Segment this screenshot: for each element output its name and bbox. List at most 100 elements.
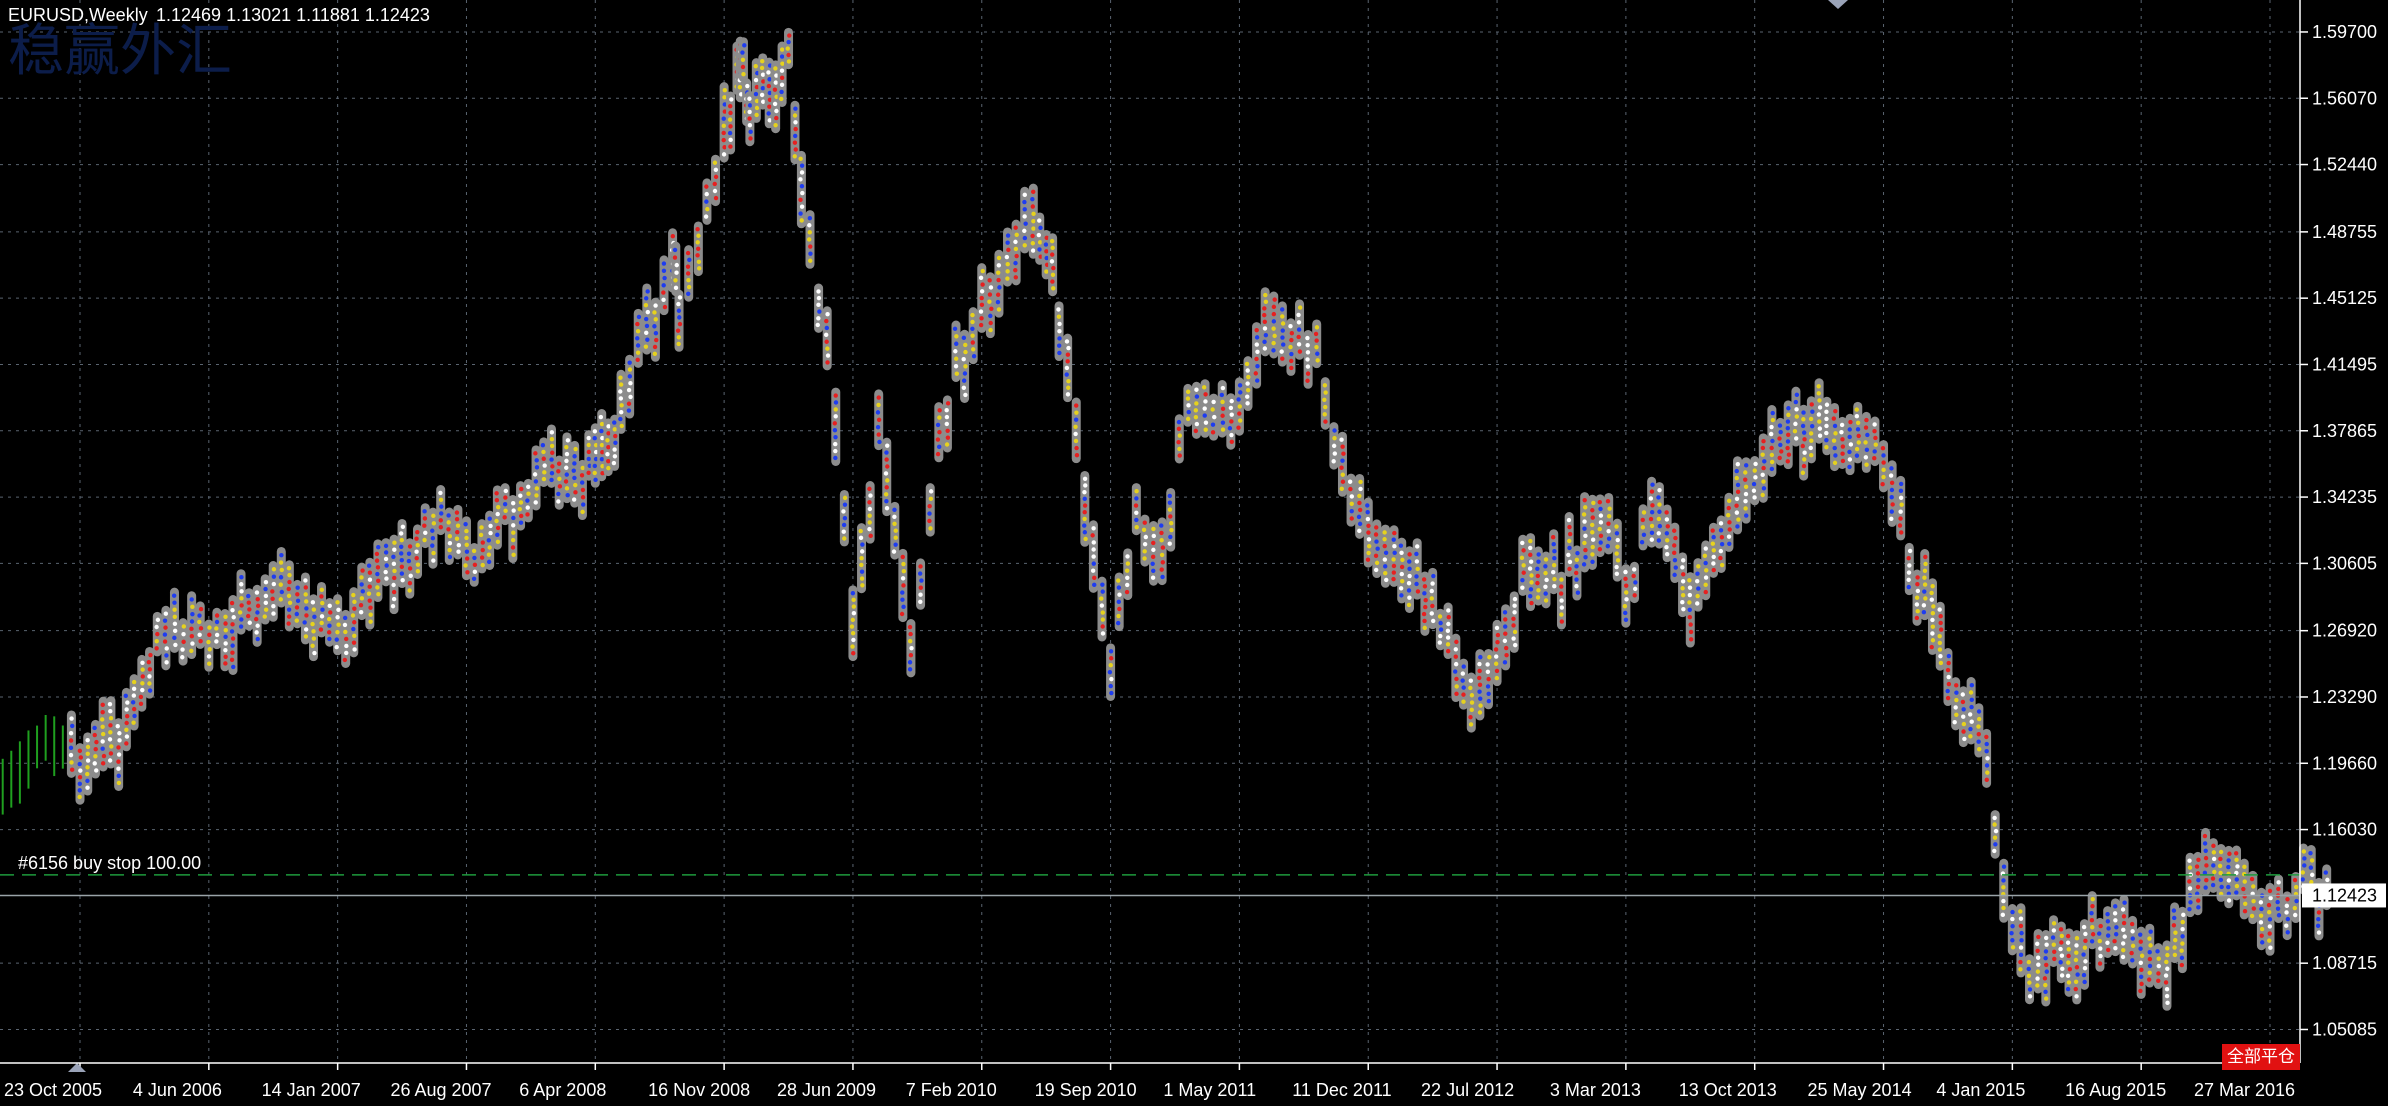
signal-dot [447,534,453,539]
signal-dot [2051,928,2057,933]
signal-dot [1695,578,1700,584]
signal-dot [1151,526,1156,532]
signal-dot [643,344,649,349]
signal-dot [996,277,1001,283]
signal-dot [181,639,186,645]
signal-dot [1220,399,1225,405]
signal-dot [1031,219,1036,224]
signal-dot [1967,712,1973,717]
signal-dot [1116,585,1122,590]
signal-dot [728,137,733,143]
signal-dot [2181,912,2186,918]
signal-dot [935,422,941,428]
signal-dot [229,629,235,634]
signal-dot [1824,409,1829,415]
signal-dot [100,731,106,737]
signal-dot [447,554,453,560]
signal-dot [2026,966,2031,972]
signal-dot [271,604,276,609]
x-tick-label: 13 Oct 2013 [1679,1080,1777,1100]
signal-dot [1478,703,1483,708]
signal-dot [1881,474,1886,480]
signal-dot [1672,572,1677,578]
signal-dot [927,518,932,524]
signal-dot [1734,468,1739,474]
signal-dot [1220,385,1226,391]
signal-dot [2001,878,2006,883]
signal-dot [2059,940,2064,945]
signal-dot [1711,548,1716,553]
signal-dot [2066,947,2071,952]
signal-dot [1687,614,1693,620]
signal-dot [1050,279,1055,284]
signal-dot [1392,544,1397,549]
signal-dot [368,619,373,624]
signal-dot [1271,340,1276,346]
signal-dot [154,639,159,644]
signal-dot [767,104,772,109]
signal-dot [2187,879,2192,884]
signal-dot [1210,407,1215,412]
signal-dot [704,199,709,204]
signal-dot [1013,275,1019,280]
signal-dot [1817,405,1823,410]
signal-dot [961,385,967,390]
signal-dot [2082,966,2088,971]
signal-dot [1559,612,1564,617]
signal-dot [868,493,873,498]
signal-dot [1437,640,1442,645]
signal-dot [885,443,890,448]
signal-dot [263,607,269,612]
signal-dot [1801,463,1807,469]
signal-dot [286,586,291,592]
signal-dot [586,435,591,441]
signal-dot [2098,946,2103,951]
signal-dot [643,303,649,308]
signal-dot [198,626,204,631]
y-tick-label: 1.23290 [2312,687,2377,707]
signal-dot [944,414,950,420]
signal-dot [271,611,276,616]
signal-dot [1922,575,1927,580]
signal-dot [2302,856,2307,861]
signal-dot [239,575,244,580]
price-chart[interactable]: 1.597001.560701.524401.487551.451251.414… [0,0,2388,1106]
signal-dot [1203,427,1208,432]
signal-dot [1305,371,1311,376]
signal-dot [488,530,493,536]
signal-dot [2241,886,2246,892]
signal-dot [988,327,993,333]
signal-dot [2155,949,2160,954]
signal-dot [1023,221,1028,226]
signal-dot [901,583,906,588]
signal-dot [2156,971,2161,976]
signal-dot [1521,548,1526,553]
signal-dot [586,449,592,455]
signal-dot [1356,514,1362,520]
signal-dot [486,559,492,565]
signal-dot [1779,449,1784,454]
signal-dot [1125,561,1131,566]
signal-dot [1855,420,1861,425]
signal-dot [1923,554,1928,560]
signal-dot [901,561,906,567]
signal-dot [1786,406,1791,411]
signal-dot [1159,552,1165,558]
signal-dot [1914,602,1920,607]
current-price-label: 1.12423 [2312,885,2377,905]
signal-dot [503,488,509,494]
signal-dot [1906,555,1911,561]
close-all-button[interactable]: 全部平仓 [2222,1044,2300,1070]
x-tick-label: 3 Mar 2013 [1550,1080,1641,1100]
signal-dot [1582,497,1587,503]
signal-dot [1022,214,1027,219]
signal-dot [799,163,805,168]
signal-dot [1889,487,1895,493]
signal-dot [676,335,682,340]
signal-dot [352,647,357,652]
signal-dot [286,566,292,571]
signal-dot [472,562,478,568]
signal-dot [1245,394,1250,399]
signal-dot [359,596,365,601]
signal-dot [1253,371,1258,376]
